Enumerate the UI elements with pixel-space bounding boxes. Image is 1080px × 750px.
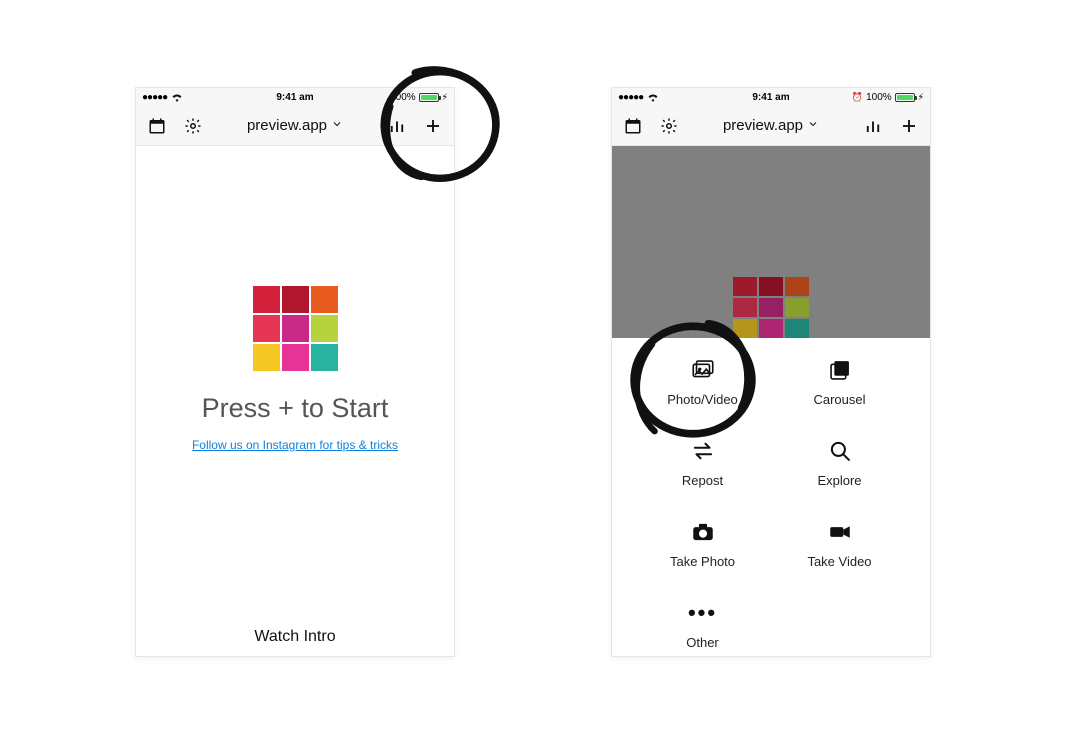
option-take-video[interactable]: Take Video bbox=[771, 518, 908, 569]
option-label: Take Photo bbox=[670, 554, 735, 569]
option-other[interactable]: ••• Other bbox=[634, 599, 771, 650]
option-label: Carousel bbox=[813, 392, 865, 407]
plus-icon[interactable] bbox=[424, 117, 442, 135]
nav-bar: preview.app bbox=[136, 106, 454, 146]
option-label: Explore bbox=[817, 473, 861, 488]
calendar-icon[interactable] bbox=[148, 117, 166, 135]
search-icon bbox=[826, 437, 854, 465]
stats-icon[interactable] bbox=[388, 117, 406, 135]
option-repost[interactable]: Repost bbox=[634, 437, 771, 488]
battery-percent: 100% bbox=[866, 92, 892, 103]
video-camera-icon bbox=[826, 518, 854, 546]
repost-icon bbox=[689, 437, 717, 465]
more-dots-icon: ••• bbox=[689, 599, 717, 627]
follow-link[interactable]: Follow us on Instagram for tips & tricks bbox=[192, 438, 398, 452]
dimmed-backdrop[interactable] bbox=[612, 146, 930, 338]
carousel-stack-icon bbox=[826, 356, 854, 384]
option-carousel[interactable]: Carousel bbox=[771, 356, 908, 407]
option-label: Photo/Video bbox=[667, 392, 738, 407]
empty-state: Press + to Start Follow us on Instagram … bbox=[136, 146, 454, 452]
phone-screen-add-menu: ●●●●● 9:41 am ⏰ 100% ⚡︎ preview.app bbox=[611, 87, 931, 657]
app-logo-grid-icon bbox=[733, 277, 809, 338]
option-label: Repost bbox=[682, 473, 723, 488]
calendar-icon[interactable] bbox=[624, 117, 642, 135]
battery-icon bbox=[895, 93, 915, 102]
phone-screen-start: ●●●●● 9:41 am 100% ⚡︎ preview.app bbox=[135, 87, 455, 657]
option-label: Other bbox=[686, 635, 719, 650]
stats-icon[interactable] bbox=[864, 117, 882, 135]
chevron-down-icon bbox=[331, 117, 343, 134]
wifi-icon bbox=[171, 92, 183, 102]
start-headline: Press + to Start bbox=[202, 393, 389, 424]
signal-dots-icon: ●●●●● bbox=[142, 92, 167, 103]
option-take-photo[interactable]: Take Photo bbox=[634, 518, 771, 569]
status-time: 9:41 am bbox=[752, 92, 789, 103]
battery-percent: 100% bbox=[390, 92, 416, 103]
gear-icon[interactable] bbox=[184, 117, 202, 135]
add-options-sheet: Photo/Video Carousel Repost Explore Take bbox=[612, 338, 930, 650]
plus-icon[interactable] bbox=[900, 117, 918, 135]
status-bar: ●●●●● 9:41 am ⏰ 100% ⚡︎ bbox=[612, 88, 930, 106]
charging-icon: ⚡︎ bbox=[442, 92, 448, 103]
gear-icon[interactable] bbox=[660, 117, 678, 135]
battery-icon bbox=[419, 93, 439, 102]
option-label: Take Video bbox=[807, 554, 871, 569]
option-photo-video[interactable]: Photo/Video bbox=[634, 356, 771, 407]
option-explore[interactable]: Explore bbox=[771, 437, 908, 488]
status-time: 9:41 am bbox=[276, 92, 313, 103]
nav-bar: preview.app bbox=[612, 106, 930, 146]
nav-title: preview.app bbox=[247, 117, 327, 134]
nav-title-dropdown[interactable]: preview.app bbox=[678, 117, 864, 134]
nav-title: preview.app bbox=[723, 117, 803, 134]
wifi-icon bbox=[647, 92, 659, 102]
watch-intro-button[interactable]: Watch Intro bbox=[136, 628, 454, 646]
signal-dots-icon: ●●●●● bbox=[618, 92, 643, 103]
alarm-icon: ⏰ bbox=[852, 92, 863, 103]
photo-stack-icon bbox=[689, 356, 717, 384]
charging-icon: ⚡︎ bbox=[918, 92, 924, 103]
camera-icon bbox=[689, 518, 717, 546]
chevron-down-icon bbox=[807, 117, 819, 134]
status-bar: ●●●●● 9:41 am 100% ⚡︎ bbox=[136, 88, 454, 106]
nav-title-dropdown[interactable]: preview.app bbox=[202, 117, 388, 134]
app-logo-grid-icon bbox=[253, 286, 338, 371]
